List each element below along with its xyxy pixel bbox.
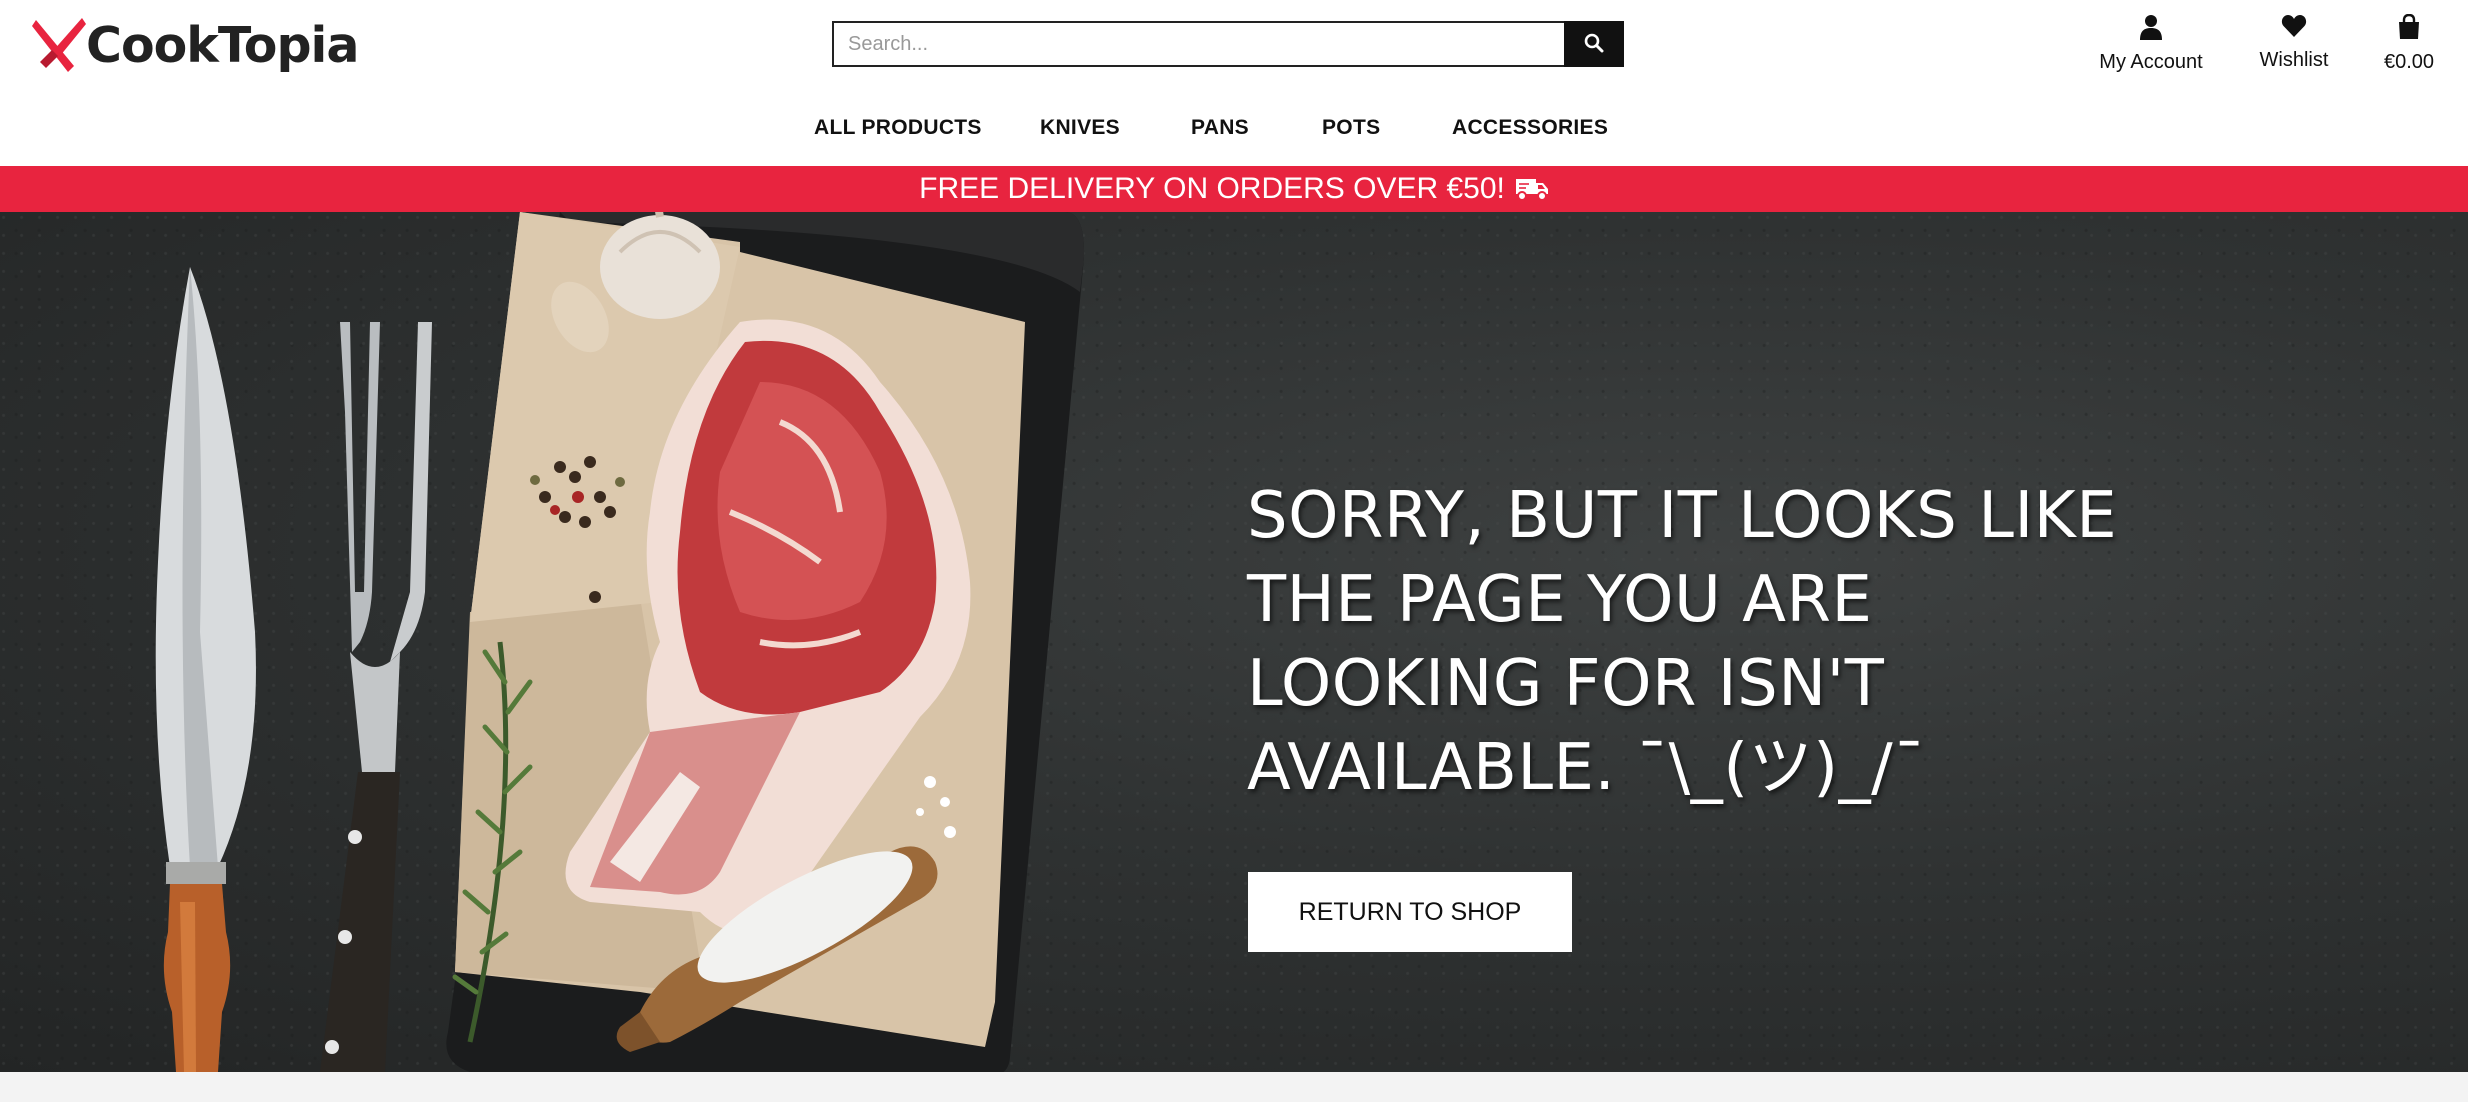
wishlist-label: Wishlist	[2259, 49, 2329, 71]
search-icon	[1584, 33, 1604, 56]
site-header: CookTopia My Account Wishli	[0, 0, 2468, 166]
wishlist-link[interactable]: Wishlist	[2252, 14, 2336, 72]
hero-section: SORRY, BUT IT LOOKS LIKE THE PAGE YOU AR…	[0, 212, 2468, 1072]
search-input[interactable]	[832, 21, 1564, 67]
error-page-heading: SORRY, BUT IT LOOKS LIKE THE PAGE YOU AR…	[1247, 479, 2118, 805]
nav-item-knives[interactable]: KNIVES	[1040, 116, 1120, 140]
promo-text: FREE DELIVERY ON ORDERS OVER €50!	[919, 172, 1505, 205]
free-delivery-banner: FREE DELIVERY ON ORDERS OVER €50!	[0, 166, 2468, 212]
my-account-label: My Account	[2099, 51, 2203, 73]
footer-strip	[0, 1072, 2468, 1102]
crossed-knives-icon	[30, 16, 88, 74]
site-logo[interactable]: CookTopia	[30, 14, 359, 76]
nav-item-pans[interactable]: PANS	[1191, 116, 1249, 140]
cart-link[interactable]: €0.00	[2378, 13, 2440, 74]
cart-total: €0.00	[2383, 51, 2435, 73]
shopping-bag-icon	[2398, 13, 2420, 45]
nav-item-all-products[interactable]: ALL PRODUCTS	[814, 116, 982, 140]
truck-icon	[1515, 176, 1549, 202]
nav-item-accessories[interactable]: ACCESSORIES	[1452, 116, 1608, 140]
search-button[interactable]	[1564, 21, 1624, 67]
my-account-link[interactable]: My Account	[2095, 14, 2207, 74]
hero-image-steak-and-knives	[155, 212, 1085, 1072]
return-to-shop-button[interactable]: RETURN TO SHOP	[1248, 872, 1572, 952]
logo-text: CookTopia	[86, 16, 359, 74]
heart-icon	[2281, 14, 2307, 43]
nav-item-pots[interactable]: POTS	[1322, 116, 1380, 140]
user-icon	[2139, 14, 2163, 45]
search-bar	[832, 21, 1624, 67]
main-nav: ALL PRODUCTS KNIVES PANS POTS ACCESSORIE…	[0, 116, 2468, 146]
